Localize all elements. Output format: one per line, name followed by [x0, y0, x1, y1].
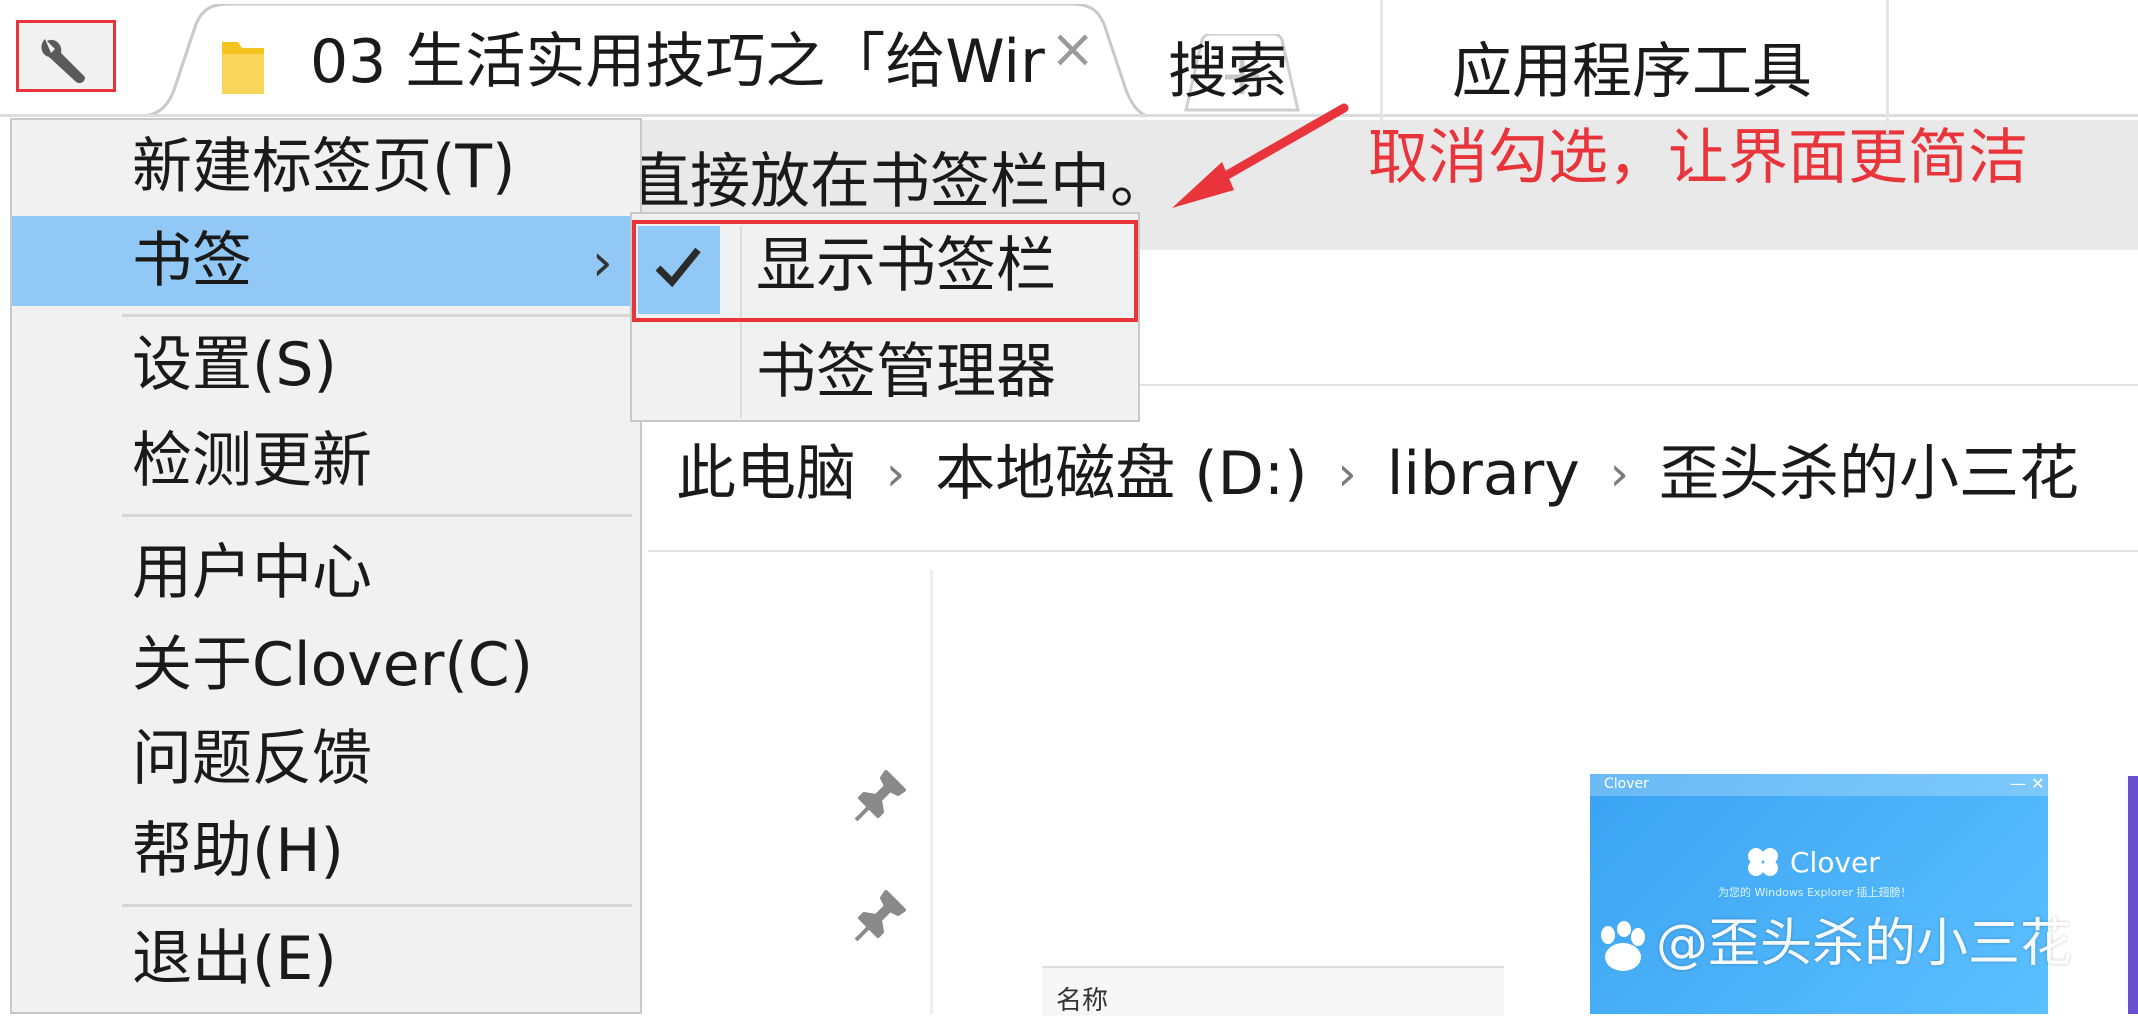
breadcrumb: 此电脑 › 本地磁盘 (D:) › library › 歪头杀的小三花: [676, 434, 2079, 514]
watermark: @歪头杀的小三花: [1594, 912, 2072, 976]
annotation-arrow: [1160, 100, 1360, 224]
pin-icon[interactable]: [852, 888, 908, 948]
menu-item-exit[interactable]: 退出(E): [12, 914, 640, 1004]
wrench-icon: [41, 39, 85, 84]
menu-item-label: 问题反馈: [132, 724, 372, 794]
thumbnail-title: Clover: [1790, 846, 1880, 879]
watermark-text: @歪头杀的小三花: [1656, 914, 2073, 974]
name-column-label: 名称: [1056, 986, 1109, 1016]
menu-item-label: 检测更新: [132, 426, 372, 496]
browser-tab[interactable]: 03 生活实用技巧之「给Wir ×: [140, 4, 1150, 116]
ribbon-divider: [1380, 0, 1383, 134]
menu-separator: [122, 514, 632, 517]
menu-item-label: 新建标签页(T): [132, 132, 516, 202]
menu-separator: [122, 904, 632, 907]
menu-item-about[interactable]: 关于Clover(C): [12, 620, 640, 710]
thumbnail-subtitle: 为您的 Windows Explorer 插上翅膀！: [1718, 886, 1912, 899]
menu-item-new-tab[interactable]: 新建标签页(T): [12, 122, 640, 212]
bookmark-bar-text: 直接放在书签栏中。: [630, 147, 1170, 217]
thumbnail-window-controls: — ✕: [2010, 774, 2045, 793]
adjacent-thumbnail-edge: [2128, 776, 2138, 1014]
menu-item-settings[interactable]: 设置(S): [12, 320, 640, 410]
ribbon-divider: [1886, 0, 1889, 134]
thumbnail-titlebar: [1590, 774, 2048, 796]
name-column-header[interactable]: [1042, 966, 1504, 1016]
menu-item-label: 书签: [132, 226, 252, 296]
menu-item-user-center[interactable]: 用户中心: [12, 528, 640, 618]
clover-logo-icon: [1744, 846, 1782, 884]
menu-item-label: 设置(S): [132, 330, 337, 400]
menu-item-help[interactable]: 帮助(H): [12, 806, 640, 896]
thumbnail-app-name: Clover: [1604, 776, 1649, 792]
menu-item-label: 帮助(H): [132, 816, 344, 886]
menu-item-check-updates[interactable]: 检测更新: [12, 416, 640, 506]
menu-item-feedback[interactable]: 问题反馈: [12, 714, 640, 804]
annotation-text: 取消勾选，让界面更简洁: [1368, 123, 2028, 193]
tab-strip-border: [0, 114, 2138, 117]
ribbon-tab-app-tools[interactable]: 应用程序工具: [1452, 36, 1812, 108]
ribbon-tab-search[interactable]: 搜索: [1168, 36, 1288, 108]
chevron-right-icon: ›: [592, 233, 613, 293]
annotation-highlight-box: [632, 220, 1138, 322]
pin-icon[interactable]: [852, 768, 908, 828]
breadcrumb-item-local-disk[interactable]: 本地磁盘 (D:): [935, 434, 1307, 514]
breadcrumb-item-library[interactable]: library: [1387, 434, 1580, 514]
tab-close-icon[interactable]: ×: [1050, 22, 1095, 76]
chevron-right-icon[interactable]: ›: [886, 434, 905, 514]
baidu-paw-icon: [1601, 921, 1645, 971]
chevron-right-icon[interactable]: ›: [1610, 434, 1629, 514]
chevron-right-icon[interactable]: ›: [1338, 434, 1357, 514]
menu-item-label: 用户中心: [132, 538, 372, 608]
menu-item-label: 退出(E): [132, 924, 337, 994]
menu-separator: [122, 314, 632, 317]
menu-item-label: 关于Clover(C): [132, 630, 534, 700]
menu-item-bookmarks[interactable]: 书签 ›: [12, 216, 640, 306]
menu-button[interactable]: [16, 20, 116, 92]
breadcrumb-item-this-pc[interactable]: 此电脑: [676, 434, 856, 514]
folder-icon: [220, 38, 266, 100]
nav-pane-divider[interactable]: [930, 570, 933, 1014]
main-menu: 新建标签页(T) 书签 › 设置(S) 检测更新 用户中心 关于Clover(C…: [10, 118, 642, 1014]
breadcrumb-item-folder[interactable]: 歪头杀的小三花: [1659, 434, 2079, 514]
submenu-item-bookmark-manager[interactable]: 书签管理器: [756, 334, 1056, 410]
